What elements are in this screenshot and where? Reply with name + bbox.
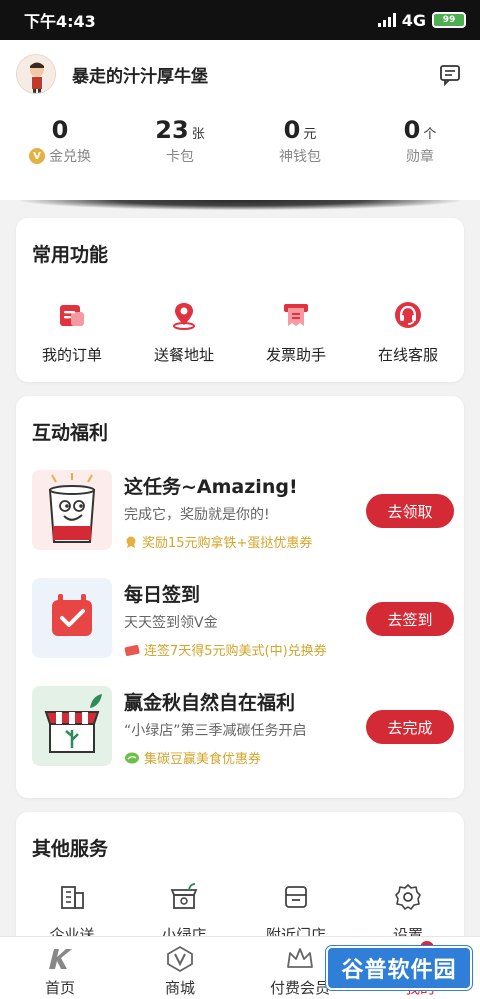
message-icon[interactable] <box>438 62 462 87</box>
task-title: 这任务~Amazing! <box>124 476 298 498</box>
avatar[interactable] <box>16 54 56 94</box>
task-description: 天天签到领V金 <box>124 615 218 631</box>
task-item: 这任务~Amazing! 完成它，奖励就是你的! 奖励15元购拿铁+蛋挞优惠券 … <box>32 470 454 552</box>
green-store-icon <box>170 883 198 909</box>
profile-header: 暴走的汁汁厚牛堡 0 V 金兑换 23 张 卡包 0元 神钱包 0个 勋章 <box>0 40 480 200</box>
v-coin-icon: V <box>29 148 45 164</box>
task-title: 每日签到 <box>124 584 201 606</box>
username[interactable]: 暴走的汁汁厚牛堡 <box>72 62 208 87</box>
status-bar: 下午4:43 4G 99 <box>0 0 480 40</box>
nav-mall[interactable]: 商城 <box>120 937 240 999</box>
task-thumbnail <box>32 686 112 766</box>
task-description: 完成它，奖励就是你的! <box>124 507 270 523</box>
task-reward: 奖励15元购拿铁+蛋挞优惠券 <box>124 532 312 551</box>
stat-label: 勋章 <box>406 149 434 165</box>
card-title: 常用功能 <box>32 244 109 266</box>
stat-unit: 张 <box>191 127 205 142</box>
stat-wallet[interactable]: 0元 神钱包 <box>240 116 360 166</box>
crown-icon <box>287 948 313 968</box>
task-description: “小绿店”第三季减碳任务开启 <box>124 723 307 739</box>
invoice-icon <box>279 298 313 332</box>
card-title: 其他服务 <box>32 838 109 860</box>
claim-button[interactable]: 去领取 <box>366 494 454 528</box>
watermark: 谷普软件园 <box>326 946 472 990</box>
medal-icon <box>126 536 136 548</box>
stat-value: 0 <box>51 116 69 144</box>
kfc-k-icon <box>49 949 72 969</box>
function-label: 送餐地址 <box>153 346 214 364</box>
avatar-image <box>17 55 55 93</box>
gear-icon <box>395 884 421 910</box>
task-reward-text: 集碳豆赢美食优惠券 <box>144 752 262 767</box>
task-reward-text: 连签7天得5元购美式(中)兑换券 <box>144 644 327 659</box>
status-indicators: 4G 99 <box>377 10 466 30</box>
ticket-icon <box>124 644 140 656</box>
interactive-benefits-card: 互动福利 这任务~Amazing! 完成它，奖励就是你的! 奖励15元购拿铁+蛋… <box>16 396 464 798</box>
task-thumbnail <box>32 470 112 550</box>
check-in-button[interactable]: 去签到 <box>366 602 454 636</box>
header-divider <box>20 200 460 210</box>
nav-label: 付费会员 <box>269 979 330 997</box>
function-delivery-address[interactable]: 送餐地址 <box>128 298 240 365</box>
complete-button[interactable]: 去完成 <box>366 710 454 744</box>
function-my-orders[interactable]: 我的订单 <box>16 298 128 365</box>
building-icon <box>61 886 84 909</box>
profile-stats: 0 V 金兑换 23 张 卡包 0元 神钱包 0个 勋章 <box>0 116 480 166</box>
headset-icon <box>391 298 425 332</box>
stat-label: 卡包 <box>166 149 194 165</box>
status-time: 下午4:43 <box>24 12 96 31</box>
stat-medals[interactable]: 0个 勋章 <box>360 116 480 166</box>
task-title: 赢金秋自然自在福利 <box>124 692 296 714</box>
function-invoice-assistant[interactable]: 发票助手 <box>240 298 352 365</box>
signal-icon <box>377 13 396 27</box>
nav-label: 商城 <box>164 979 195 997</box>
battery-icon: 99 <box>432 12 466 28</box>
function-grid: 我的订单 送餐地址 发票助手 在线客服 <box>16 298 464 365</box>
nav-home[interactable]: 首页 <box>0 937 120 999</box>
nav-label: 首页 <box>44 979 75 997</box>
stat-v-gold[interactable]: 0 V 金兑换 <box>0 116 120 166</box>
common-functions-card: 常用功能 我的订单 送餐地址 发票助手 在线客服 <box>16 218 464 382</box>
stat-card-pack[interactable]: 23 张 卡包 <box>120 116 240 166</box>
order-icon <box>55 298 89 332</box>
function-label: 在线客服 <box>377 346 438 364</box>
function-online-service[interactable]: 在线客服 <box>352 298 464 365</box>
function-label: 我的订单 <box>41 346 102 364</box>
stat-label: 金兑换 <box>49 149 91 165</box>
task-reward-text: 奖励15元购拿铁+蛋挞优惠券 <box>142 536 313 551</box>
task-item: 每日签到 天天签到领V金 连签7天得5元购美式(中)兑换券 去签到 <box>32 578 454 660</box>
stat-value: 0 <box>403 116 421 144</box>
network-label: 4G <box>401 10 426 30</box>
task-reward: 集碳豆赢美食优惠券 <box>124 748 261 767</box>
location-pin-icon <box>167 298 201 332</box>
card-title: 互动福利 <box>32 422 109 444</box>
store-icon <box>285 886 307 908</box>
stat-unit: 个 <box>423 127 437 142</box>
task-item: 赢金秋自然自在福利 “小绿店”第三季减碳任务开启 集碳豆赢美食优惠券 去完成 <box>32 686 454 768</box>
stat-unit: 元 <box>303 127 317 142</box>
task-thumbnail <box>32 578 112 658</box>
stat-value: 0 <box>283 116 301 144</box>
function-label: 发票助手 <box>265 346 326 364</box>
v-shop-icon <box>167 945 193 973</box>
stat-value: 23 <box>155 116 189 144</box>
task-reward: 连签7天得5元购美式(中)兑换券 <box>124 640 327 659</box>
carbon-bean-icon <box>125 752 139 763</box>
stat-label: 神钱包 <box>279 149 321 165</box>
